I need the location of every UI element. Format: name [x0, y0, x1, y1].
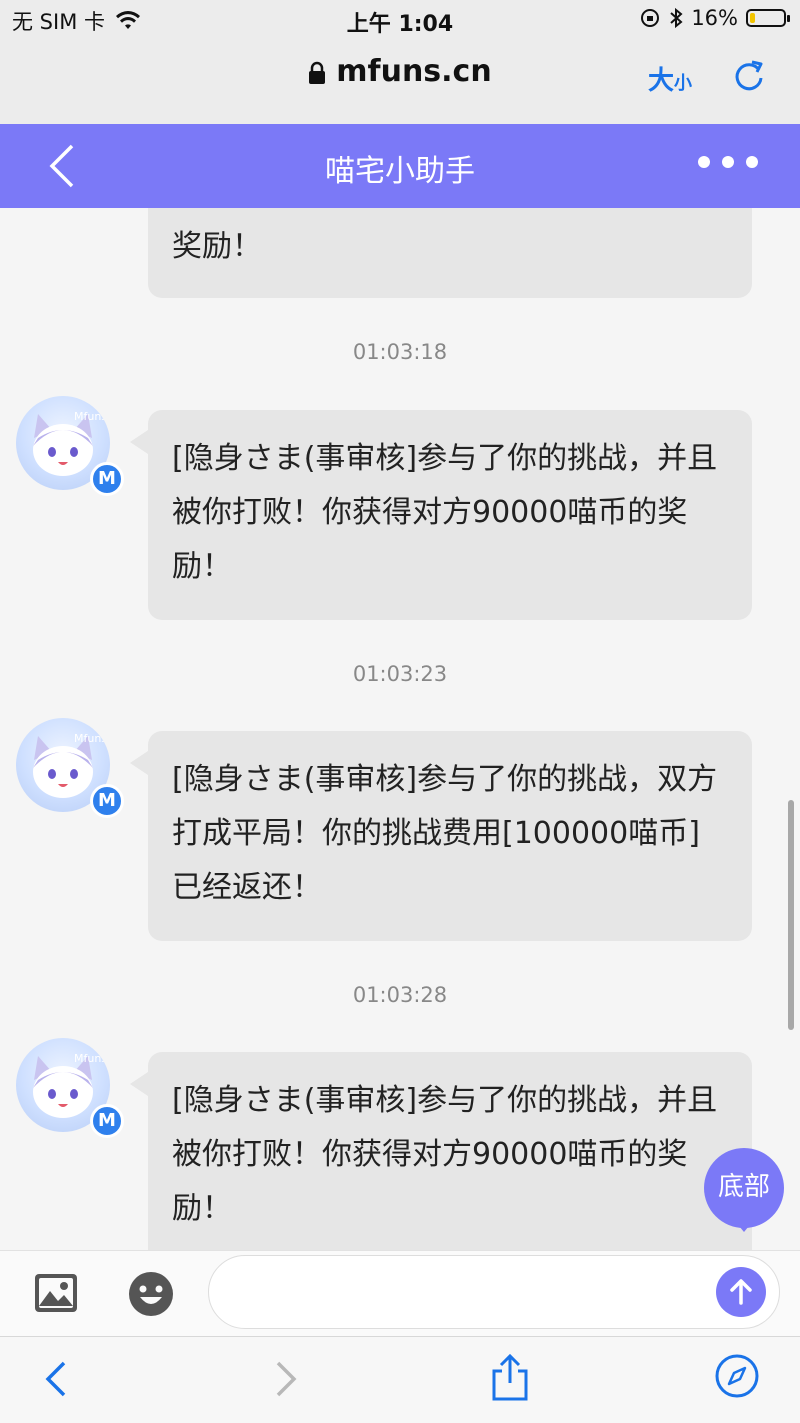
- browser-back-icon[interactable]: [42, 1359, 70, 1399]
- dot-icon: [722, 156, 734, 168]
- bluetooth-icon: [670, 7, 683, 29]
- browser-forward-icon[interactable]: [272, 1359, 300, 1399]
- status-right: 16%: [639, 6, 790, 30]
- emoji-icon[interactable]: [128, 1271, 174, 1317]
- battery-percent: 16%: [691, 6, 738, 30]
- verified-badge: M: [90, 462, 124, 496]
- verified-badge: M: [90, 1104, 124, 1138]
- send-button[interactable]: [716, 1267, 766, 1317]
- text-size-small-label: 小: [674, 73, 693, 94]
- more-options-icon[interactable]: [698, 156, 758, 168]
- message-text: [隐身さま(事审核]参与了你的挑战，并且被你打败！你获得对方90000喵币的奖励…: [172, 1083, 718, 1226]
- lock-icon: [309, 61, 326, 84]
- compass-icon[interactable]: [714, 1353, 760, 1399]
- dot-icon: [746, 156, 758, 168]
- message-bubble: [隐身さま(事审核]参与了你的挑战，并且被你打败！你获得对方90000喵币的奖励…: [130, 410, 752, 620]
- message-text: 奖励！: [172, 229, 262, 264]
- avatar[interactable]: Mfuns M: [16, 718, 124, 822]
- reload-icon[interactable]: [732, 58, 766, 94]
- battery-level: [750, 13, 755, 23]
- avatar[interactable]: Mfuns M: [16, 1038, 124, 1142]
- message-input[interactable]: [208, 1255, 780, 1329]
- message-text: [隐身さま(事审核]参与了你的挑战，双方打成平局！你的挑战费用[100000喵币…: [172, 762, 718, 905]
- scrollbar[interactable]: [788, 800, 794, 1030]
- text-size-button[interactable]: 大小: [648, 60, 692, 97]
- text-size-big-label: 大: [648, 66, 675, 96]
- avatar-text: Mfuns: [74, 1052, 107, 1065]
- message-timestamp: 01:03:18: [352, 340, 448, 364]
- avatar-text: Mfuns: [74, 732, 107, 745]
- status-left: 无 SIM 卡: [12, 6, 141, 36]
- message-timestamp: 01:03:28: [352, 983, 448, 1007]
- message-text: [隐身さま(事审核]参与了你的挑战，并且被你打败！你获得对方90000喵币的奖励…: [172, 441, 718, 584]
- scroll-to-bottom-button[interactable]: 底部: [704, 1148, 784, 1232]
- verified-badge: M: [90, 784, 124, 818]
- page-title: 喵宅小助手: [325, 154, 475, 189]
- message-bubble-partial: 奖励！: [148, 208, 752, 298]
- battery-icon: [746, 9, 790, 27]
- message-bubble: [隐身さま(事审核]参与了你的挑战，双方打成平局！你的挑战费用[100000喵币…: [130, 731, 752, 941]
- share-icon[interactable]: [490, 1353, 530, 1403]
- app-header: 喵宅小助手: [0, 124, 800, 208]
- dot-icon: [698, 156, 710, 168]
- carrier-label: 无 SIM 卡: [12, 10, 105, 34]
- chat-message-list[interactable]: 奖励！ 01:03:18 Mfuns M [隐身さま(事审核]参与了你的挑战，并…: [0, 208, 800, 1250]
- browser-address-bar: mfuns.cn 大小: [0, 40, 800, 125]
- avatar[interactable]: Mfuns M: [16, 396, 124, 500]
- image-icon[interactable]: [34, 1273, 78, 1313]
- message-bubble: [隐身さま(事审核]参与了你的挑战，并且被你打败！你获得对方90000喵币的奖励…: [130, 1052, 752, 1250]
- back-arrow-icon[interactable]: [44, 142, 78, 190]
- wifi-icon: [116, 11, 140, 29]
- url-text: mfuns.cn: [336, 54, 492, 89]
- status-bar: 无 SIM 卡 上午 1:04 16%: [0, 0, 800, 40]
- avatar-text: Mfuns: [74, 410, 107, 423]
- message-input-bar: [0, 1250, 800, 1337]
- browser-toolbar: [0, 1336, 800, 1423]
- arrow-up-icon: [730, 1279, 752, 1305]
- orientation-lock-icon: [641, 9, 660, 27]
- message-timestamp: 01:03:23: [352, 662, 448, 686]
